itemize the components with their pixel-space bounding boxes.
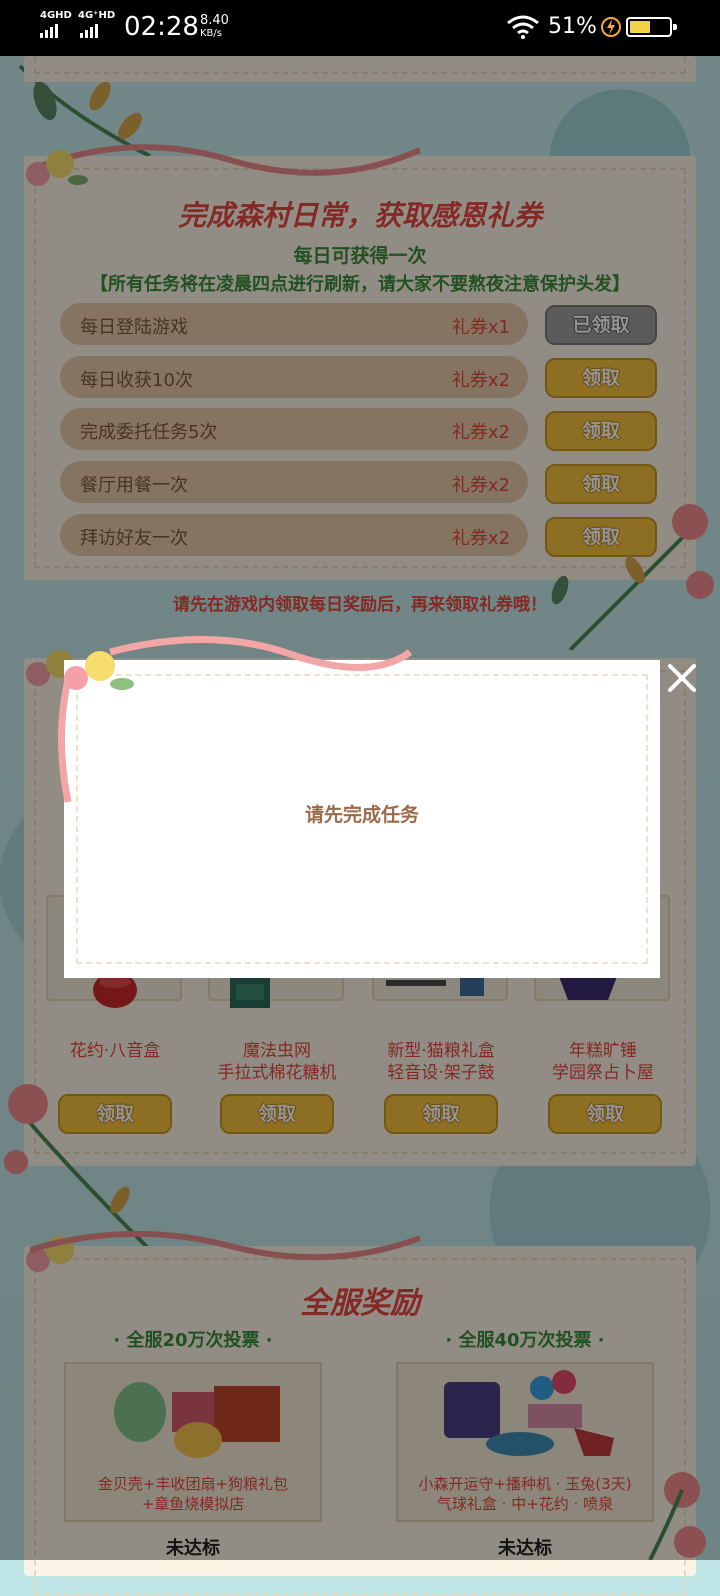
wifi-icon bbox=[507, 15, 539, 39]
battery-percent: 51% bbox=[548, 14, 597, 39]
network-speed: 8.40 KB/s bbox=[200, 14, 229, 40]
speed-value: 8.40 bbox=[200, 13, 229, 28]
ribbon-decoration-icon bbox=[58, 636, 413, 803]
signal-1-icon bbox=[40, 24, 58, 38]
speed-unit: KB/s bbox=[200, 28, 222, 39]
signal-2-icon bbox=[80, 24, 98, 38]
charging-bolt-icon bbox=[601, 17, 621, 37]
close-icon[interactable] bbox=[664, 660, 700, 696]
network-type-2: 4G⁺HD bbox=[78, 10, 116, 21]
status-bar: 4GHD 4G⁺HD 02:28 8.40 KB/s 51% bbox=[0, 0, 720, 56]
clock: 02:28 bbox=[124, 12, 199, 42]
network-type-1: 4GHD bbox=[40, 10, 72, 21]
battery-icon bbox=[626, 17, 677, 37]
